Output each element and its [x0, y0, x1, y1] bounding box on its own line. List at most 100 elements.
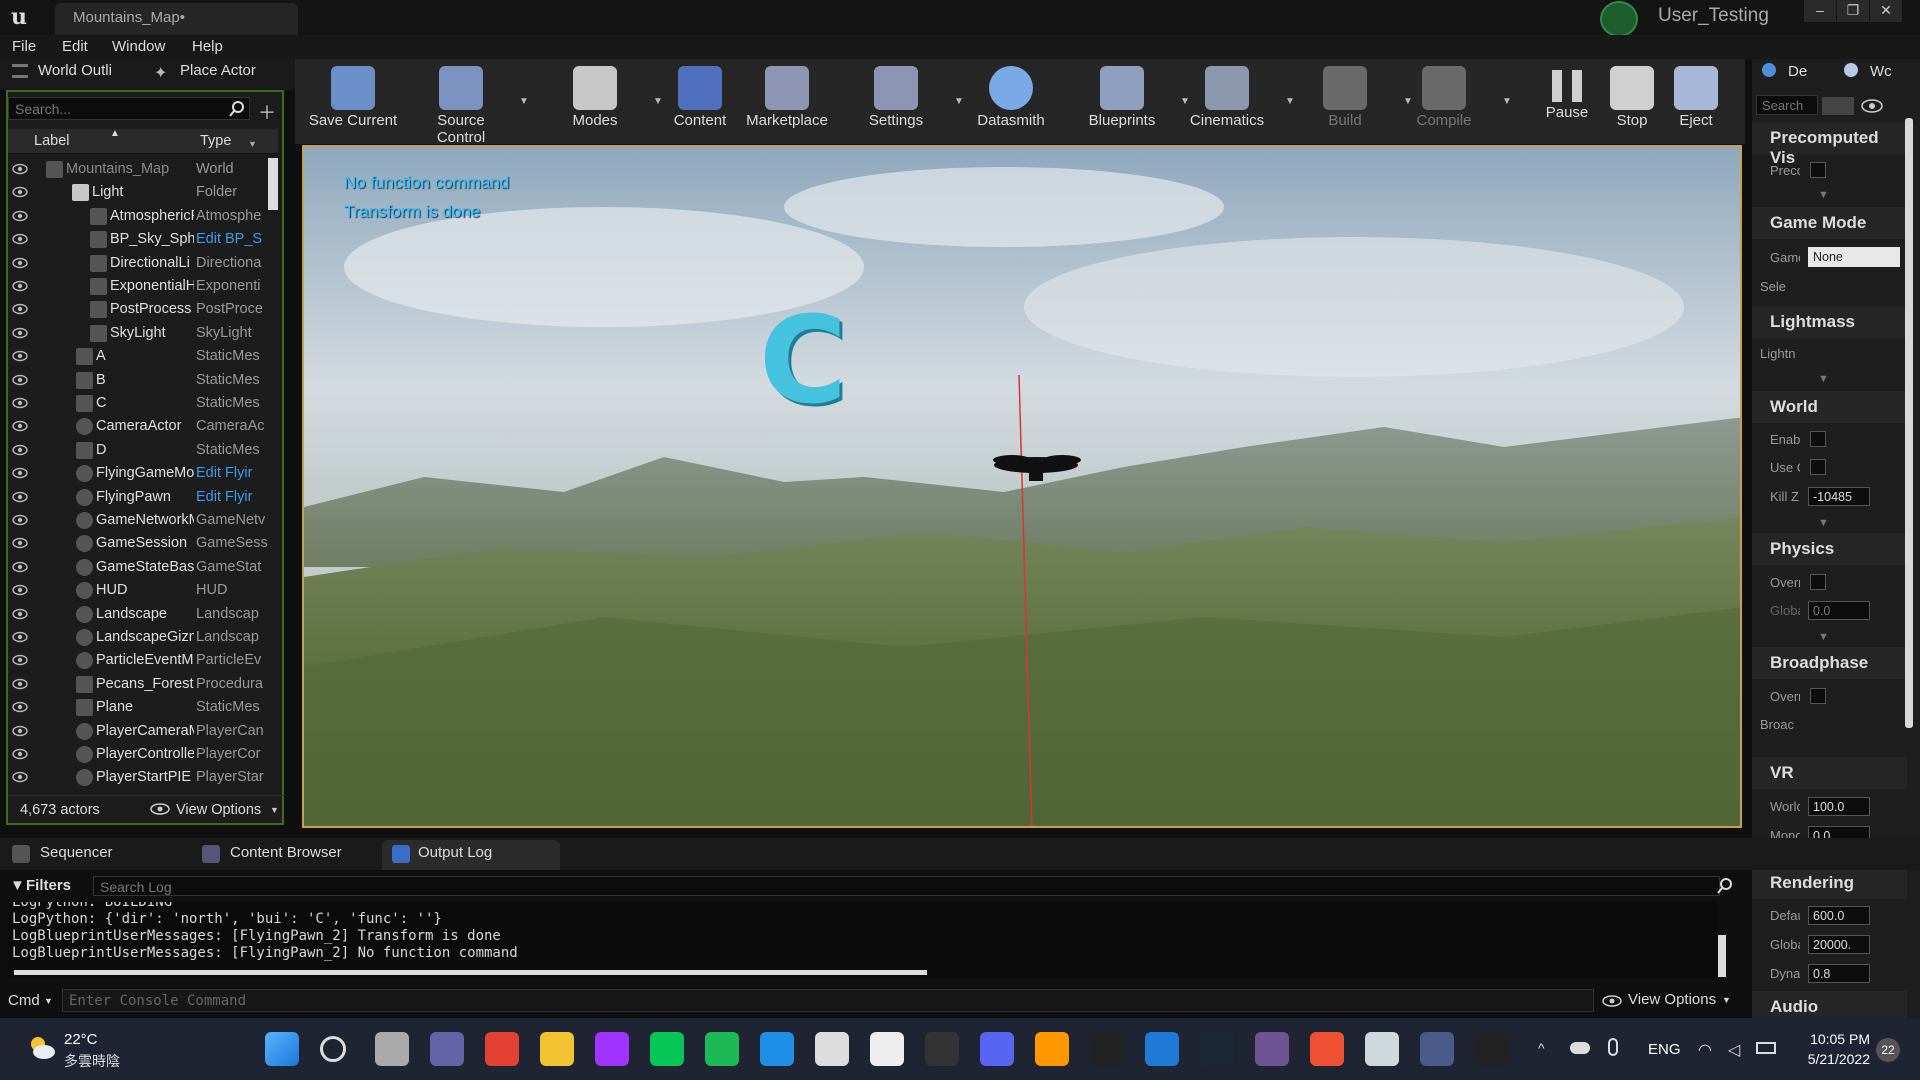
visibility-eye-icon[interactable]	[12, 724, 28, 738]
outliner-view-options[interactable]: View Options	[176, 802, 261, 818]
menu-file[interactable]: File	[12, 38, 36, 55]
visibility-eye-icon[interactable]	[12, 326, 28, 340]
dropdown-arrow-icon[interactable]: ▼	[1502, 96, 1512, 107]
microphone-icon[interactable]	[1608, 1038, 1618, 1056]
expand-arrow-icon[interactable]: ▼	[1818, 631, 1829, 643]
outliner-row[interactable]: Plane StaticMes	[8, 696, 268, 719]
enable-checkbox[interactable]	[1810, 431, 1826, 447]
expand-arrow-icon[interactable]: ▼	[1818, 517, 1829, 529]
visibility-eye-icon[interactable]	[12, 185, 28, 199]
kill-z-field[interactable]: -10485	[1808, 487, 1870, 506]
section-rendering[interactable]: Rendering	[1752, 867, 1907, 899]
weather-desc[interactable]: 多雲時陰	[64, 1051, 120, 1071]
log-vertical-scrollbar[interactable]	[1718, 935, 1726, 977]
prop-selected-game-mode[interactable]: Sele	[1760, 279, 1800, 294]
toolbar-eject-button[interactable]: Eject	[1646, 62, 1746, 142]
teams-chat-icon[interactable]	[430, 1032, 464, 1066]
search-icon[interactable]	[228, 100, 246, 118]
toolbar-settings-button[interactable]: Settings	[846, 62, 946, 142]
outliner-row[interactable]: LandscapeGizm Landscap	[8, 626, 268, 649]
steam-icon[interactable]	[1200, 1032, 1234, 1066]
visibility-eye-icon[interactable]	[12, 256, 28, 270]
restore-button[interactable]: ❐	[1837, 0, 1869, 22]
row-type[interactable]: Edit Flyir	[196, 489, 270, 505]
visibility-eye-icon[interactable]	[12, 607, 28, 621]
override-checkbox[interactable]	[1810, 574, 1826, 590]
volume-icon[interactable]: ◁	[1728, 1040, 1740, 1060]
toolbar-content-button[interactable]: Content	[650, 62, 750, 142]
visibility-eye-icon[interactable]	[12, 560, 28, 574]
visibility-eye-icon[interactable]	[12, 443, 28, 457]
toolbar-compile-button[interactable]: Compile	[1394, 62, 1494, 142]
outliner-row[interactable]: PlayerControlle PlayerCor	[8, 743, 268, 766]
document-tab[interactable]: Mountains_Map•	[55, 3, 298, 35]
widget-icon[interactable]	[870, 1032, 904, 1066]
floating-letter-mesh[interactable]: C	[759, 302, 849, 422]
git-icon[interactable]	[1310, 1032, 1344, 1066]
outliner-row[interactable]: A StaticMes	[8, 345, 268, 368]
level-viewport[interactable]: C No function command Transform is done	[302, 145, 1742, 828]
windows-start-icon[interactable]	[265, 1032, 299, 1066]
wifi-icon[interactable]: ◠	[1698, 1040, 1712, 1060]
broadphase-checkbox[interactable]	[1810, 688, 1826, 704]
section-world[interactable]: World	[1752, 391, 1907, 423]
vscode-icon[interactable]	[1145, 1032, 1179, 1066]
toolbar-save-current-button[interactable]: Save Current	[303, 62, 403, 142]
messenger-icon[interactable]	[595, 1032, 629, 1066]
sublime-icon[interactable]	[1035, 1032, 1069, 1066]
toolbar-source-control-button[interactable]: Source Control	[411, 62, 511, 146]
column-dropdown-icon[interactable]: ▼	[248, 139, 257, 149]
tab-place-actor[interactable]: Place Actor	[180, 62, 256, 79]
battery-icon[interactable]	[1756, 1042, 1776, 1054]
toolbar-datasmith-button[interactable]: Datasmith	[961, 62, 1061, 142]
outliner-row[interactable]: CameraActor CameraAc	[8, 415, 268, 438]
dropdown-arrow-icon[interactable]: ▼	[519, 96, 529, 107]
section-lightmass[interactable]: Lightmass	[1752, 306, 1907, 338]
log-search-input[interactable]: Search Log	[93, 876, 1720, 896]
dropdown-arrow-icon[interactable]: ▼	[1285, 96, 1295, 107]
outliner-row[interactable]: Pecans_Forest Procedura	[8, 673, 268, 696]
visibility-eye-icon[interactable]	[12, 630, 28, 644]
eye-icon[interactable]	[1860, 99, 1884, 113]
outliner-row[interactable]: PlayerCameraM PlayerCan	[8, 720, 268, 743]
spotify-icon[interactable]	[705, 1032, 739, 1066]
visibility-eye-icon[interactable]	[12, 349, 28, 363]
visibility-eye-icon[interactable]	[12, 162, 28, 176]
outliner-row[interactable]: Mountains_Map World	[8, 158, 268, 181]
toolbar-modes-button[interactable]: Modes	[545, 62, 645, 142]
outliner-row[interactable]: GameNetworkM GameNetv	[8, 509, 268, 532]
weather-icon[interactable]	[26, 1034, 56, 1060]
visibility-eye-icon[interactable]	[12, 700, 28, 714]
clock-date[interactable]: 5/21/2022	[1798, 1051, 1870, 1067]
outliner-row[interactable]: DirectionalLi Directiona	[8, 252, 268, 275]
chevron-up-icon[interactable]: ^	[1538, 1040, 1545, 1056]
visibility-eye-icon[interactable]	[12, 466, 28, 480]
outliner-row[interactable]: AtmosphericF Atmosphe	[8, 205, 268, 228]
user-area[interactable]: User_Testing	[1598, 0, 1798, 37]
column-type[interactable]: Type	[200, 133, 231, 149]
log-horizontal-scrollbar[interactable]	[14, 970, 927, 975]
visibility-eye-icon[interactable]	[12, 770, 28, 784]
outliner-row[interactable]: GameStateBas GameStat	[8, 556, 268, 579]
details-scrollbar[interactable]	[1905, 118, 1913, 728]
onedrive-icon[interactable]	[1570, 1042, 1590, 1054]
dynamic-factor-field[interactable]: 0.8	[1808, 964, 1870, 983]
default-distance-field[interactable]: 600.0	[1808, 906, 1870, 925]
menu-help[interactable]: Help	[192, 38, 223, 55]
toolbar-cinematics-button[interactable]: Cinematics	[1177, 62, 1277, 142]
edge-icon[interactable]	[760, 1032, 794, 1066]
visibility-eye-icon[interactable]	[12, 490, 28, 504]
expand-arrow-icon[interactable]: ▼	[1818, 189, 1829, 201]
notification-badge[interactable]: 22	[1876, 1038, 1900, 1062]
prop-broadphase-settings[interactable]: Broac	[1760, 717, 1800, 732]
console-command-input[interactable]: Enter Console Command	[62, 989, 1594, 1012]
epic-games-icon[interactable]	[925, 1032, 959, 1066]
visibility-eye-icon[interactable]	[12, 677, 28, 691]
tab-output-log[interactable]: Output Log	[418, 844, 492, 861]
outliner-search-input[interactable]: Search...	[8, 97, 250, 120]
cmd-dropdown[interactable]: Cmd	[8, 992, 40, 1009]
visibility-eye-icon[interactable]	[12, 513, 28, 527]
visibility-eye-icon[interactable]	[12, 419, 28, 433]
visibility-eye-icon[interactable]	[12, 536, 28, 550]
outliner-row[interactable]: GameSession GameSess	[8, 532, 268, 555]
